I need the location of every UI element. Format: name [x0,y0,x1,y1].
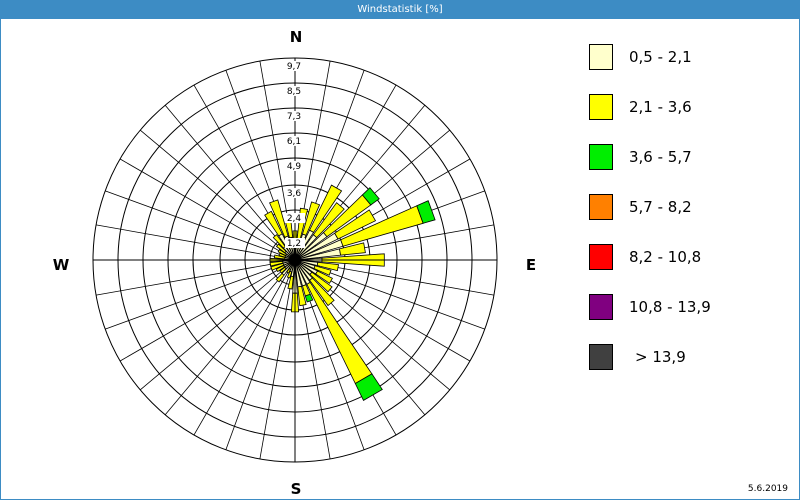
wind-bar-160-class-3 [304,293,314,303]
ring-label-6: 7,3 [287,112,301,122]
ring-label-1: 1,2 [287,239,301,249]
legend-swatch [589,44,613,70]
legend-label: > 13,9 [635,348,686,366]
legend-swatch [589,344,613,370]
ring-label-8: 9,7 [287,62,301,72]
ring-label-7: 8,5 [287,87,301,97]
legend-swatch [589,194,613,220]
legend-label: 2,1 - 3,6 [629,98,692,116]
legend-swatch [589,94,613,120]
legend-label: 5,7 - 8,2 [629,198,692,216]
legend-swatch [589,294,613,320]
legend-label: 10,8 - 13,9 [629,298,711,316]
date-stamp: 5.6.2019 [747,484,788,494]
compass-north-label: N [290,28,303,46]
ring-label-3: 3,6 [287,189,302,199]
legend-label: 3,6 - 5,7 [629,148,692,166]
compass-east-label: E [526,256,536,274]
legend-label: 0,5 - 2,1 [629,48,692,66]
legend-label: 8,2 - 10,8 [629,248,702,266]
legend-swatch [589,244,613,270]
compass-west-label: W [53,256,70,274]
compass-south-label: S [291,480,302,498]
legend-swatch [589,144,613,170]
ring-label-5: 6,1 [287,137,301,147]
ring-label-2: 2,4 [287,214,302,224]
ring-label-4: 4,9 [287,162,302,172]
